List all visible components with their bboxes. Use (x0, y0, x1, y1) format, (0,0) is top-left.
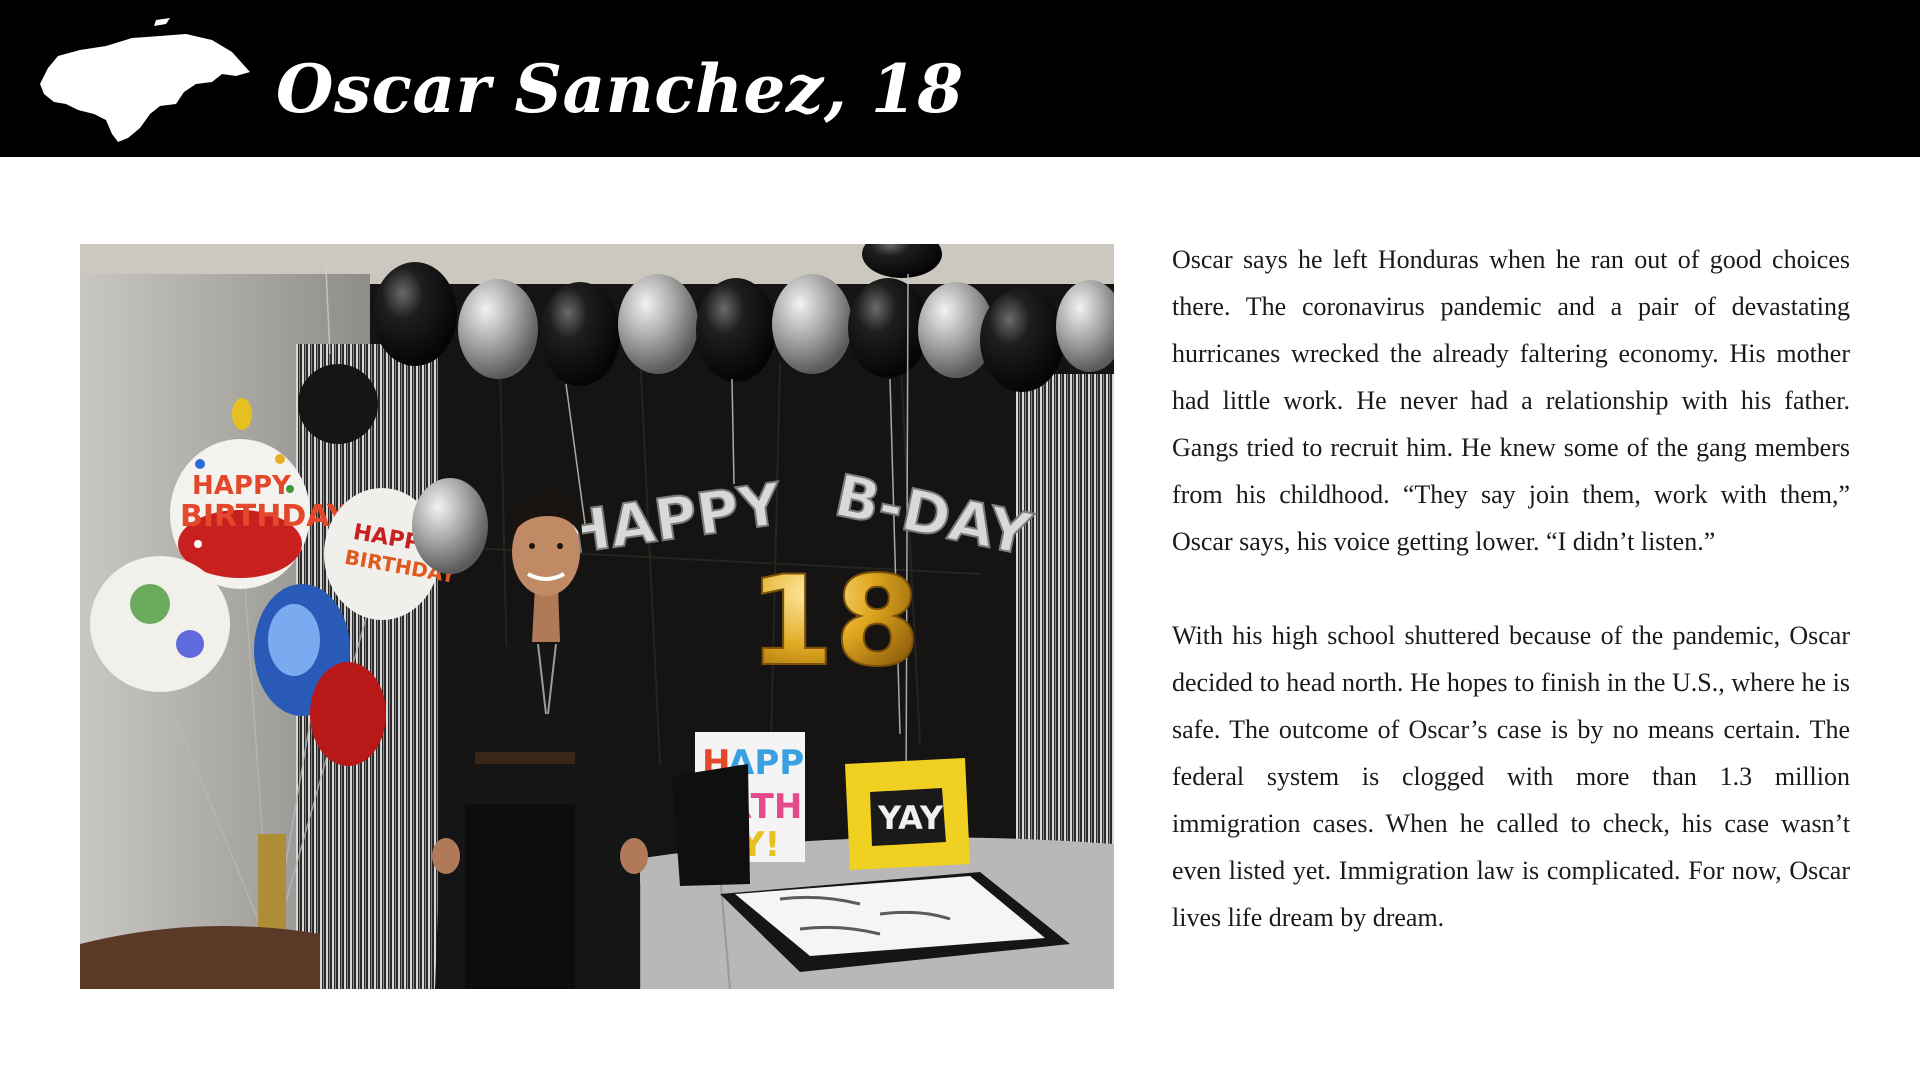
story-text: Oscar says he left Honduras when he ran … (1172, 236, 1850, 941)
header-bar: Oscar Sanchez, 18 (0, 0, 1920, 157)
birthday-photo: HAPPY B-DAY 18 HAPPY BIRTHDAY HAPPY BIRT… (80, 244, 1114, 989)
birthday-party-illustration: HAPPY B-DAY 18 HAPPY BIRTHDAY HAPPY BIRT… (80, 244, 1114, 989)
svg-text:HAPPY: HAPPY (192, 471, 292, 501)
story-paragraph: Oscar says he left Honduras when he ran … (1172, 245, 1850, 556)
page-title: Oscar Sanchez, 18 (276, 50, 964, 128)
black-gift-bag (672, 764, 750, 886)
yay-bag-text: YAY (877, 799, 944, 837)
honduras-map-silhouette-icon (40, 18, 250, 142)
gold-18-balloon: 18 (748, 550, 921, 694)
svg-text:BIRTHDAY: BIRTHDAY (180, 499, 350, 534)
story-paragraph: With his high school shuttered because o… (1172, 621, 1850, 932)
